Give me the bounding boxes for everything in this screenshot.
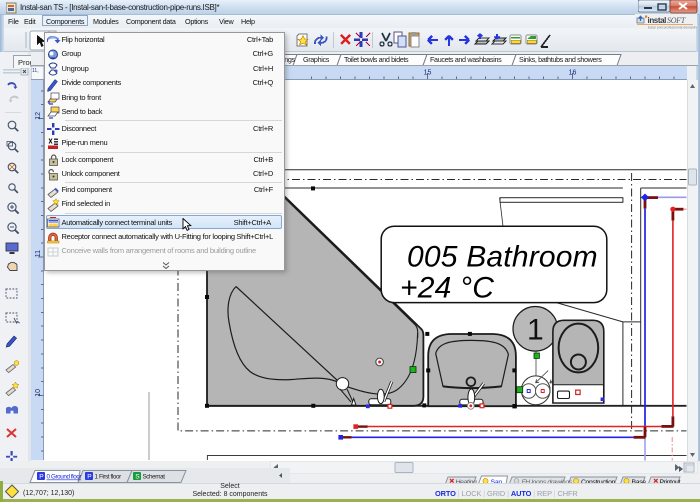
svg-text:1: 1 <box>527 314 544 347</box>
svg-text:Schemat: Schemat <box>143 474 166 481</box>
svg-text:005 Bathroom: 005 Bathroom <box>407 241 598 274</box>
svg-text:instal: instal <box>648 16 667 25</box>
svg-text:Faucets and washbasins: Faucets and washbasins <box>430 55 502 64</box>
svg-text:P: P <box>39 473 44 480</box>
svg-text:Sinks, bathtubs and showers: Sinks, bathtubs and showers <box>519 55 602 64</box>
svg-text:15: 15 <box>424 70 432 77</box>
svg-text:10: 10 <box>35 389 42 397</box>
svg-text:S: S <box>135 473 140 480</box>
svg-text:11,: 11, <box>32 68 39 74</box>
svg-text:Toilet bowls and bidets: Toilet bowls and bidets <box>344 55 409 64</box>
svg-text:16: 16 <box>569 70 577 77</box>
svg-text:Graphics: Graphics <box>303 55 330 64</box>
svg-text:+24 °C: +24 °C <box>400 272 494 305</box>
svg-text:1 First floor: 1 First floor <box>95 474 122 481</box>
svg-text:11: 11 <box>35 250 42 257</box>
svg-text:0 Ground floor: 0 Ground floor <box>47 474 82 481</box>
svg-text:12: 12 <box>35 112 42 120</box>
svg-text:P: P <box>87 473 92 480</box>
svg-text:SOFT: SOFT <box>667 16 686 25</box>
svg-text:Easy and professional designin: Easy and professional designing <box>648 26 697 30</box>
